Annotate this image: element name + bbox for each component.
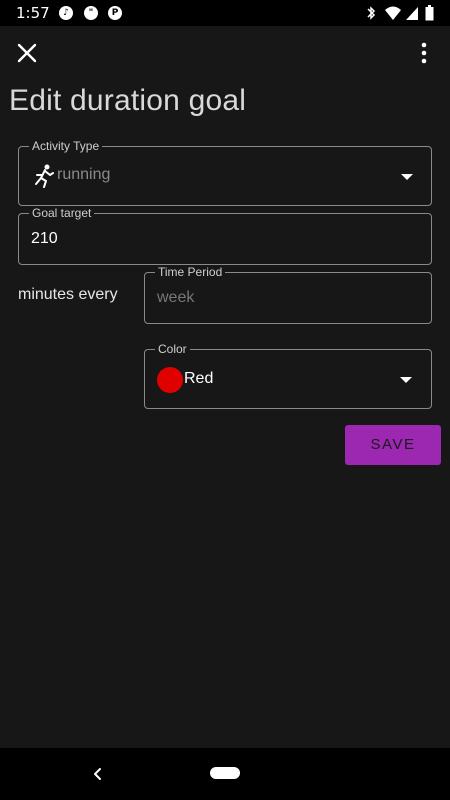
status-bar: 1:57 ♪ " P: [0, 0, 450, 26]
back-icon[interactable]: [88, 764, 108, 784]
goal-target-field[interactable]: Goal target 210: [18, 206, 432, 265]
chevron-down-icon: [400, 377, 412, 383]
minutes-every-label: minutes every: [18, 286, 118, 303]
color-dropdown[interactable]: Color Red: [144, 342, 432, 409]
activity-type-label: Activity Type: [29, 139, 103, 153]
time-period-placeholder: week: [157, 289, 195, 306]
app-bar: [0, 26, 450, 80]
save-button[interactable]: SAVE: [345, 425, 441, 465]
chat-notification-icon: ": [84, 6, 98, 20]
music-notification-icon: ♪: [59, 6, 73, 20]
activity-type-dropdown[interactable]: Activity Type running: [18, 139, 432, 206]
signal-icon: [406, 7, 418, 20]
wifi-icon: [385, 6, 401, 20]
color-label: Color: [155, 342, 190, 356]
p-notification-icon: P: [108, 6, 122, 20]
time-period-label: Time Period: [155, 265, 226, 279]
battery-icon: [425, 5, 434, 21]
navigation-bar: [0, 748, 450, 800]
goal-target-label: Goal target: [29, 206, 95, 220]
color-value: Red: [184, 370, 214, 387]
chevron-down-icon: [401, 174, 413, 180]
activity-type-value: running: [57, 166, 111, 183]
more-options-icon[interactable]: [414, 40, 434, 66]
bluetooth-icon: [367, 6, 376, 20]
status-time: 1:57: [16, 4, 50, 22]
running-icon: [35, 164, 54, 188]
page-title: Edit duration goal: [9, 84, 247, 117]
color-swatch: [157, 367, 183, 393]
time-period-field[interactable]: Time Period week: [144, 265, 432, 324]
home-button[interactable]: [210, 767, 240, 779]
close-icon[interactable]: [14, 40, 40, 66]
goal-target-value: 210: [31, 230, 58, 247]
